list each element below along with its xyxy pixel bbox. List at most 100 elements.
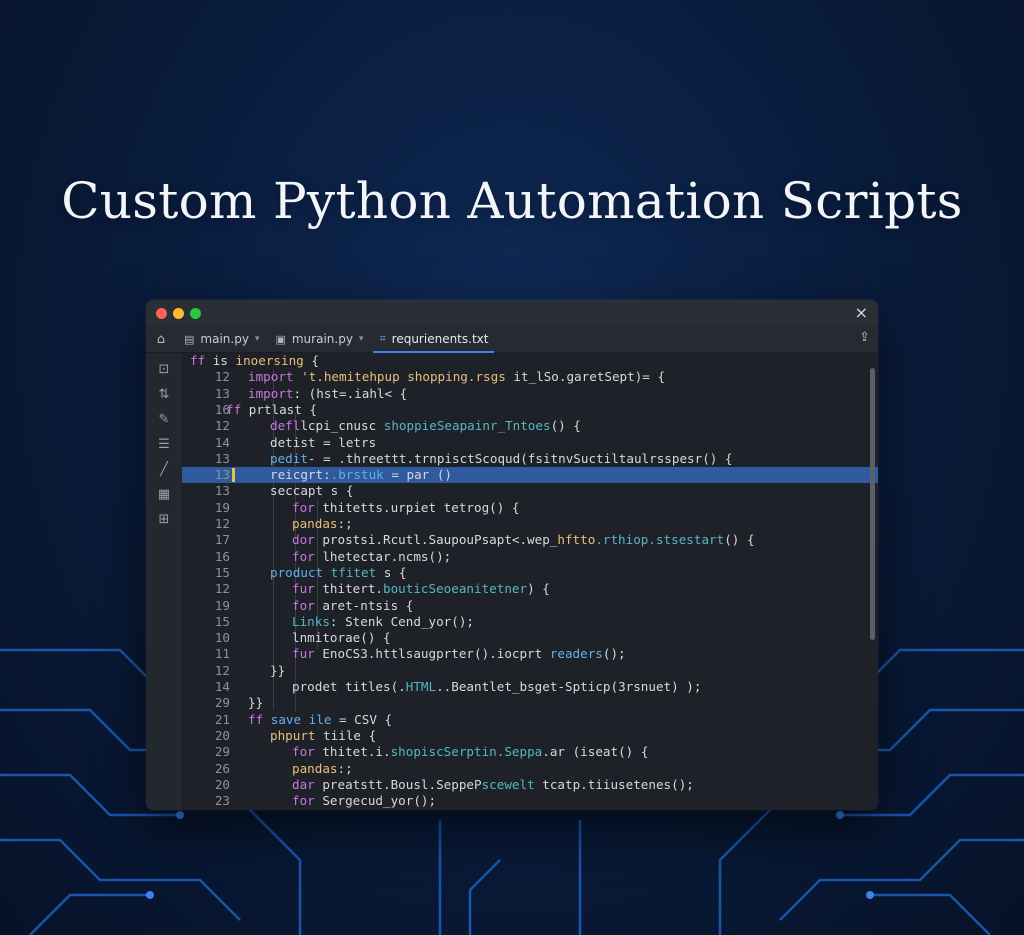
- panel-icon[interactable]: ▦: [146, 482, 182, 507]
- code-line[interactable]: 16 ff prtlast {: [182, 402, 878, 418]
- code-text: for Sergecud_yor();: [292, 793, 436, 809]
- code-token: Sergecud_yor();: [322, 793, 437, 809]
- line-number: 13: [214, 483, 230, 499]
- code-text: defllcpi_cnusc shoppieSeapainr_Tntoes() …: [270, 418, 581, 434]
- code-line[interactable]: 16 for lhetectar.ncms();: [182, 549, 878, 565]
- code-text: Links: Stenk Cend_yor();: [292, 614, 474, 630]
- code-token: ..Beantlet_bsget-Spticp(3rsnuet) );: [436, 679, 702, 694]
- line-number: 16: [214, 548, 230, 564]
- code-token: = CSV {: [339, 711, 393, 727]
- line-number: 15: [214, 613, 230, 629]
- close-icon[interactable]: ×: [855, 303, 868, 323]
- code-token: thitetts.urpiet tetrog() {: [322, 499, 520, 515]
- code-line[interactable]: 12 defllcpi_cnusc shoppieSeapainr_Tntoes(…: [182, 418, 878, 434]
- code-line[interactable]: 12 import 't.hemitehpup shopping.rsgs it_…: [182, 369, 878, 385]
- code-token: EnoCS3.httlsaugprter().iocprt: [322, 646, 550, 662]
- line-number: 12: [214, 662, 230, 678]
- code-line[interactable]: 12}}: [182, 663, 878, 679]
- code-line[interactable]: 11 fur EnoCS3.httlsaugprter().iocprt read…: [182, 646, 878, 662]
- code-text: import: (hst=.iahl< {: [248, 386, 407, 402]
- code-token: for: [292, 499, 323, 515]
- code-line[interactable]: 15 product tfitet s {: [182, 565, 878, 581]
- code-token: :;: [337, 760, 353, 776]
- code-token: scewelt: [481, 776, 535, 792]
- line-number: 14: [214, 679, 230, 694]
- code-token: lhetectar.ncms();: [322, 548, 452, 564]
- line-number: 21: [214, 711, 230, 727]
- page-title: Custom Python Automation Scripts: [61, 172, 963, 230]
- code-line[interactable]: 15 Links: Stenk Cend_yor();: [182, 614, 878, 630]
- chevron-down-icon[interactable]: ▾: [359, 334, 364, 344]
- code-text: reicgrt:.brstuk = par (): [270, 467, 452, 483]
- line-number: 13: [214, 467, 230, 483]
- code-line[interactable]: 14 prodet titles(.HTML..Beantlet_bsget-Sp…: [182, 679, 878, 695]
- code-line[interactable]: 12 pandas:;: [182, 516, 878, 532]
- vertical-scrollbar[interactable]: [870, 368, 875, 640]
- code-line[interactable]: 13 seccapt s {: [182, 483, 878, 499]
- code-token: Links: [292, 613, 330, 629]
- code-text: seccapt s {: [270, 483, 353, 499]
- code-token: for: [292, 548, 323, 564]
- code-line[interactable]: ff is inoersing {: [182, 353, 878, 369]
- code-editor[interactable]: ff is inoersing {12 import 't.hemitehpup …: [182, 353, 878, 810]
- list-icon[interactable]: ☰: [146, 432, 182, 457]
- code-editor-window: × ⌂ ▤ main.py ▾ ▣ murain.py ▾ ⌗ requrien…: [146, 300, 878, 810]
- tab-bar: ⌂ ▤ main.py ▾ ▣ murain.py ▾ ⌗ requrienen…: [146, 326, 878, 353]
- code-line[interactable]: 10 lnmitorae() {: [182, 630, 878, 646]
- code-line[interactable]: 12 fur thitert.bouticSeoeanitetner) {: [182, 581, 878, 597]
- code-line[interactable]: 17 dor prostsi.Rcutl.SaupouPsapt<.wep_hft…: [182, 532, 878, 548]
- code-token: titles(.: [345, 679, 406, 694]
- tab-main-py[interactable]: ▤ main.py ▾: [176, 326, 267, 352]
- files-icon[interactable]: ⊡: [146, 357, 182, 382]
- edit-icon[interactable]: ✎: [146, 407, 182, 432]
- code-line[interactable]: 21 ff save ile = CSV {: [182, 712, 878, 728]
- home-icon[interactable]: ⌂: [146, 332, 176, 347]
- code-line[interactable]: 13 import: (hst=.iahl< {: [182, 386, 878, 402]
- code-text: detist = letrs: [270, 435, 376, 451]
- tab-requrienents-txt[interactable]: ⌗ requrienents.txt: [371, 326, 496, 353]
- line-number: 12: [214, 516, 230, 531]
- pencil-icon[interactable]: ╱: [146, 457, 182, 482]
- code-token: .brstuk: [330, 467, 392, 483]
- git-icon[interactable]: ⇅: [146, 382, 182, 407]
- code-line[interactable]: 13 pedit- = .threettt.trnpisctScoqud(fsit…: [182, 451, 878, 467]
- chevron-down-icon[interactable]: ▾: [255, 334, 260, 344]
- tab-murain-py[interactable]: ▣ murain.py ▾: [267, 326, 371, 352]
- code-token: is: [212, 353, 236, 368]
- code-text: for aret-ntsis {: [292, 598, 413, 614]
- extensions-icon[interactable]: ⊞: [146, 507, 182, 532]
- code-line[interactable]: 29 for thitet.i.shopiscSerptin.Seppa.ar (…: [182, 744, 878, 760]
- code-line[interactable]: 20 phpurt tiile {: [182, 728, 878, 744]
- code-token: shoppieSeapainr_Tntoes: [383, 418, 551, 434]
- code-token: fur: [292, 646, 323, 662]
- code-line[interactable]: 13 reicgrt:.brstuk = par (): [182, 467, 878, 484]
- code-line[interactable]: 19 for thitetts.urpiet tetrog() {: [182, 500, 878, 516]
- code-text: fur thitert.bouticSeoeanitetner) {: [292, 581, 550, 597]
- tab-label: main.py: [200, 332, 249, 346]
- line-number: 14: [214, 434, 230, 450]
- code-token: ff: [190, 353, 213, 368]
- code-token: for: [292, 793, 323, 809]
- code-line[interactable]: 14 detist = letrs: [182, 435, 878, 451]
- minimize-dot-button[interactable]: [173, 308, 184, 319]
- code-line[interactable]: 26 pandas:;: [182, 761, 878, 777]
- code-token: aret-ntsis {: [322, 597, 414, 613]
- code-token: prtlast {: [248, 401, 317, 417]
- line-number: 10: [214, 630, 230, 646]
- code-line[interactable]: 20 dar preatstt.Bousl.SeppePscewelt tcatp…: [182, 777, 878, 793]
- code-token: ();: [602, 646, 626, 662]
- line-number: 13: [214, 450, 230, 466]
- share-icon[interactable]: ⇪: [859, 330, 870, 345]
- code-line[interactable]: 19 for aret-ntsis {: [182, 598, 878, 614]
- code-line[interactable]: 29}}: [182, 695, 878, 711]
- maximize-dot-button[interactable]: [190, 308, 201, 319]
- code-token: () {: [724, 532, 755, 548]
- code-text: dor prostsi.Rcutl.SaupouPsapt<.wep_hftto…: [292, 532, 755, 548]
- code-token: readers: [549, 646, 603, 662]
- code-token: : Stenk Cend_yor();: [329, 613, 474, 629]
- code-text: }}: [248, 695, 263, 711]
- code-token: thitert.: [322, 581, 384, 597]
- code-line[interactable]: 23 for Sergecud_yor();: [182, 793, 878, 809]
- line-number: 20: [214, 776, 230, 792]
- close-dot-button[interactable]: [156, 308, 167, 319]
